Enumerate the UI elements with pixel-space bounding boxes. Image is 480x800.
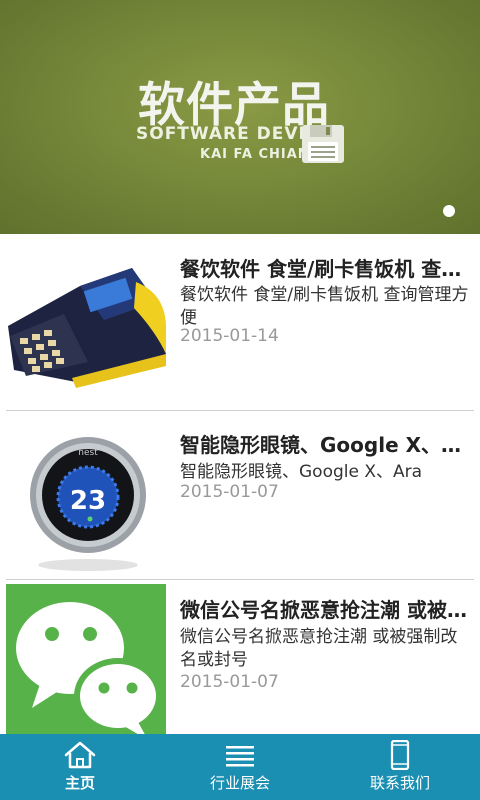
thermostat-image: 23 nest — [6, 415, 166, 575]
carousel-indicator-dot[interactable] — [443, 205, 455, 217]
wechat-logo-image — [6, 584, 166, 744]
article-date: 2015-01-07 — [180, 672, 279, 692]
nav-label: 行业展会 — [209, 774, 270, 792]
article-title[interactable]: 智能隐形眼镜、Google X、Ara — [180, 429, 474, 458]
list-item[interactable]: 微信公号名掀恶意抢注潮 或被强制改名或封号 微信公号名掀恶意抢注潮 或被强制改名… — [0, 580, 480, 744]
article-date: 2015-01-07 — [180, 482, 279, 502]
nav-item-exhibitions[interactable]: 行业展会 — [160, 734, 320, 800]
card-reader-image — [6, 242, 166, 402]
article-summary: 微信公号名掀恶意抢注潮 或被强制改名或封号 — [180, 627, 458, 670]
list-item[interactable]: 餐饮软件 食堂/刷卡售饭机 查询管理方便 餐饮软件 食堂/刷卡售饭机 查询管理方… — [0, 234, 480, 410]
article-title[interactable]: 餐饮软件 食堂/刷卡售饭机 查询管理方便 — [180, 253, 474, 282]
nav-item-contact[interactable]: 联系我们 — [320, 734, 480, 800]
article-summary: 智能隐形眼镜、Google X、Ara — [180, 462, 423, 482]
thermostat-reading: 23 — [70, 486, 106, 516]
nav-label: 主页 — [64, 774, 95, 792]
article-title[interactable]: 微信公号名掀恶意抢注潮 或被强制改名或封号 — [180, 594, 474, 623]
thermostat-brand: nest — [78, 448, 98, 458]
list-icon — [226, 746, 254, 767]
phone-icon — [390, 740, 410, 770]
floppy-disk-icon — [302, 125, 344, 163]
article-date: 2015-01-14 — [180, 326, 279, 346]
banner-carousel[interactable]: 软件产品 SOFTWARE DEVE KAI FA CHIAN — [0, 0, 480, 234]
banner-subtitle-secondary: KAI FA CHIAN — [200, 147, 310, 162]
list-item[interactable]: 23 nest 智能隐形眼镜、Google X、Ara 智能隐形眼镜、Googl… — [0, 411, 480, 579]
home-icon — [64, 741, 96, 769]
nav-label: 联系我们 — [369, 774, 430, 792]
banner-subtitle: SOFTWARE DEVE — [136, 124, 312, 144]
nav-item-home[interactable]: 主页 — [0, 734, 160, 800]
article-summary: 餐饮软件 食堂/刷卡售饭机 查询管理方便 — [180, 285, 469, 328]
bottom-nav: 主页 行业展会 联系我们 — [0, 734, 480, 800]
